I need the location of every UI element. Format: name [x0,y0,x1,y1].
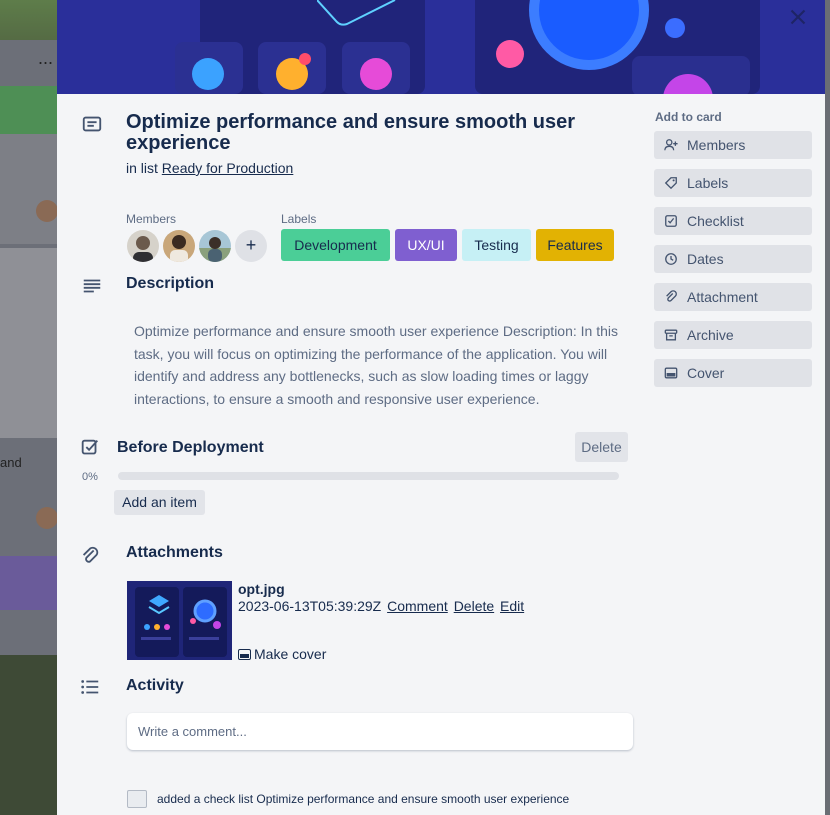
cover-orb [192,58,224,90]
sidebar-item-members[interactable]: Members [654,131,812,159]
archive-icon [664,329,678,341]
board-card-text: and [0,455,22,470]
board-card-avatar [36,200,58,222]
sidebar-item-label: Attachment [687,289,758,305]
sidebar-item-labels[interactable]: Labels [654,169,812,197]
card-list-info: in list Ready for Production [126,160,293,176]
cover-orb [299,53,311,65]
card-main-column: Optimize performance and ensure smooth u… [57,94,647,815]
checklist-icon [79,437,101,459]
sidebar-item-label: Dates [687,251,724,267]
board-card-green [0,86,57,134]
label-chip[interactable]: Development [281,229,390,261]
attachments-heading: Attachments [126,544,223,561]
checklist-title[interactable]: Before Deployment [117,439,264,457]
make-cover-label: Make cover [254,646,327,662]
cover-orb [360,58,392,90]
activity-entry: added a check list Optimize performance … [127,790,569,808]
cover-orb [496,40,524,68]
add-to-card-heading: Add to card [655,110,722,124]
members-heading: Members [126,212,177,226]
board-card-purple [0,556,57,610]
attachment-delete-link[interactable]: Delete [454,598,494,614]
member-icon [664,139,678,151]
cover-orb [665,18,685,38]
paperclip-icon [666,290,677,302]
board-background-image [0,0,57,40]
activity-icon [79,676,101,698]
avatar[interactable] [199,230,231,262]
attachment-edit-link[interactable]: Edit [500,598,524,614]
sidebar-item-checklist[interactable]: Checklist [654,207,812,235]
comment-box[interactable] [127,713,633,750]
activity-heading: Activity [126,677,184,694]
attachment-comment-link[interactable]: Comment [387,598,448,614]
description-icon [81,275,103,297]
card-cover-image [57,0,825,94]
clock-icon [665,253,677,265]
avatar[interactable] [127,230,159,262]
cover-icon [664,367,678,379]
board-card [0,134,57,244]
board-card-avatar [36,507,58,529]
add-checklist-item-button[interactable]: Add an item [114,490,205,515]
sidebar-item-label: Labels [687,175,729,191]
sidebar-item-label: Cover [687,365,725,381]
checklist-progress-bar [118,472,619,480]
checklist-icon [665,215,677,227]
sidebar-item-archive[interactable]: Archive [654,321,812,349]
card-icon [81,113,103,135]
comment-input[interactable] [127,713,629,750]
attachment-thumbnail[interactable] [127,581,232,660]
sidebar-item-label: Checklist [687,213,744,229]
attachment-meta: 2023-06-13T05:39:29Z Comment Delete Edit [238,598,524,614]
attachment-timestamp: 2023-06-13T05:39:29Z [238,598,382,614]
sidebar-item-cover[interactable]: Cover [654,359,812,387]
attachment-file-name[interactable]: opt.jpg [238,581,285,597]
board-background-image-bottom [0,655,57,815]
label-chip[interactable]: UX/UI [395,229,457,261]
delete-checklist-button[interactable]: Delete [575,432,628,462]
card-detail-modal: Optimize performance and ensure smooth u… [57,0,825,815]
board-card-image [0,248,57,438]
checklist-progress-percent: 0% [82,471,98,483]
add-member-button[interactable]: + [235,230,267,262]
in-list-prefix: in list [126,160,158,176]
sidebar-item-label: Members [687,137,746,153]
tag-icon [664,177,677,190]
broken-image-icon [127,790,147,808]
card-title[interactable]: Optimize performance and ensure smooth u… [126,112,596,154]
avatar[interactable] [163,230,195,262]
add-to-card-sidebar: Add to card Members Labels Checklist Dat… [654,104,812,397]
cover-icon [238,648,251,660]
label-chip[interactable]: Features [536,229,614,261]
sidebar-item-dates[interactable]: Dates [654,245,812,273]
label-chip[interactable]: Testing [462,229,531,261]
list-name-link[interactable]: Ready for Production [162,160,294,176]
list-menu-icon[interactable]: ... [38,48,53,69]
sidebar-item-label: Archive [687,327,734,343]
cover-shape [317,0,396,26]
activity-entry-text: added a check list Optimize performance … [157,792,570,806]
close-icon[interactable] [785,4,811,30]
description-text[interactable]: Optimize performance and ensure smooth u… [134,320,628,410]
description-heading: Description [126,275,215,292]
make-cover-button[interactable]: Make cover [238,646,326,662]
labels-heading: Labels [281,212,317,226]
sidebar-item-attachment[interactable]: Attachment [654,283,812,311]
paperclip-icon [79,545,101,567]
board-backdrop-right [825,0,830,815]
